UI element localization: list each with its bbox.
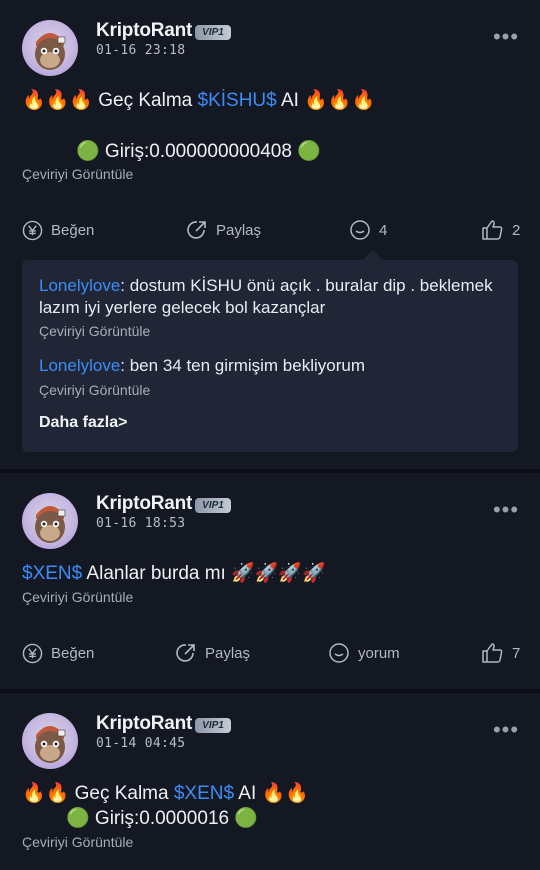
- post-entry-line: 🟢 Giriş:0.0000016 🟢: [66, 808, 259, 829]
- post-entry-line: 🟢 Giriş:0.000000000408 🟢: [76, 141, 321, 162]
- share-button[interactable]: Paylaş: [175, 639, 250, 667]
- post-card: KriptoRant VIP1 01-16 18:53 ••• $XEN$ Al…: [0, 473, 540, 689]
- username[interactable]: KriptoRant: [96, 20, 192, 42]
- comment-item: Lonelylove: ben 34 ten girmişim bekliyor…: [39, 356, 365, 375]
- more-dots-icon[interactable]: •••: [492, 499, 520, 529]
- post-time: 01-16 18:53: [96, 516, 186, 531]
- ape-avatar-icon: [35, 726, 66, 763]
- share-button[interactable]: Paylaş: [186, 216, 261, 244]
- thumbs-up-button[interactable]: 7: [481, 639, 520, 667]
- comment-translate-link[interactable]: Çeviriyi Görüntüle: [39, 323, 150, 339]
- comment-translate-link[interactable]: Çeviriyi Görüntüle: [39, 382, 150, 398]
- vip-badge: VIP1: [195, 498, 231, 513]
- share-arrow-icon: [187, 221, 206, 239]
- post-text: $XEN$ Alanlar burda mı 🚀🚀🚀🚀: [22, 563, 326, 584]
- post-text: 🔥🔥🔥 Geç Kalma $KİSHU$ AI 🔥🔥🔥: [22, 90, 376, 111]
- ape-avatar-icon: [35, 506, 66, 543]
- ape-avatar-icon: [35, 33, 66, 70]
- thumbs-up-icon: [482, 643, 503, 663]
- like-button[interactable]: Beğen: [22, 639, 94, 667]
- comment-button[interactable]: 4: [349, 216, 387, 244]
- translate-link[interactable]: Çeviriyi Görüntüle: [22, 834, 133, 850]
- action-bar: Beğen Paylaş yorum 7: [0, 639, 540, 667]
- avatar[interactable]: [22, 20, 78, 76]
- yen-circle-icon: [22, 220, 43, 240]
- thumbs-up-icon: [482, 220, 503, 240]
- avatar[interactable]: [22, 713, 78, 769]
- comment-item: Lonelylove: dostum KİSHU önü açık . bura…: [39, 276, 493, 317]
- more-dots-icon[interactable]: •••: [492, 719, 520, 749]
- comment-author[interactable]: Lonelylove: [39, 356, 120, 375]
- post-time: 01-16 23:18: [96, 43, 186, 58]
- translate-link[interactable]: Çeviriyi Görüntüle: [22, 166, 133, 182]
- like-button[interactable]: Beğen: [22, 216, 94, 244]
- comment-bubble-icon: [350, 220, 370, 240]
- avatar[interactable]: [22, 493, 78, 549]
- post-card: KriptoRant VIP1 01-14 04:45 ••• 🔥🔥 Geç K…: [0, 693, 540, 870]
- action-bar: Beğen Paylaş 4 2: [0, 216, 540, 244]
- post-text: 🔥🔥 Geç Kalma $XEN$ AI 🔥🔥: [22, 783, 309, 804]
- comment-bubble-icon: [329, 643, 349, 663]
- comment-author[interactable]: Lonelylove: [39, 276, 120, 295]
- share-arrow-icon: [176, 644, 195, 662]
- vip-badge: VIP1: [195, 25, 231, 40]
- username[interactable]: KriptoRant: [96, 493, 192, 515]
- more-comments-link[interactable]: Daha fazla>: [39, 414, 127, 432]
- username[interactable]: KriptoRant: [96, 713, 192, 735]
- post-card: KriptoRant VIP1 01-16 23:18 ••• 🔥🔥🔥 Geç …: [0, 0, 540, 469]
- post-time: 01-14 04:45: [96, 736, 186, 751]
- comments-box: Lonelylove: dostum KİSHU önü açık . bura…: [22, 250, 518, 452]
- yen-circle-icon: [22, 643, 43, 663]
- thumbs-up-button[interactable]: 2: [481, 216, 520, 244]
- comments-box-pointer: [363, 250, 383, 270]
- vip-badge: VIP1: [195, 718, 231, 733]
- coin-tag[interactable]: $XEN$: [22, 563, 82, 584]
- comment-button[interactable]: yorum: [328, 639, 400, 667]
- coin-tag[interactable]: $XEN$: [174, 783, 234, 804]
- more-dots-icon[interactable]: •••: [492, 26, 520, 56]
- translate-link[interactable]: Çeviriyi Görüntüle: [22, 589, 133, 605]
- coin-tag[interactable]: $KİSHU$: [198, 90, 277, 111]
